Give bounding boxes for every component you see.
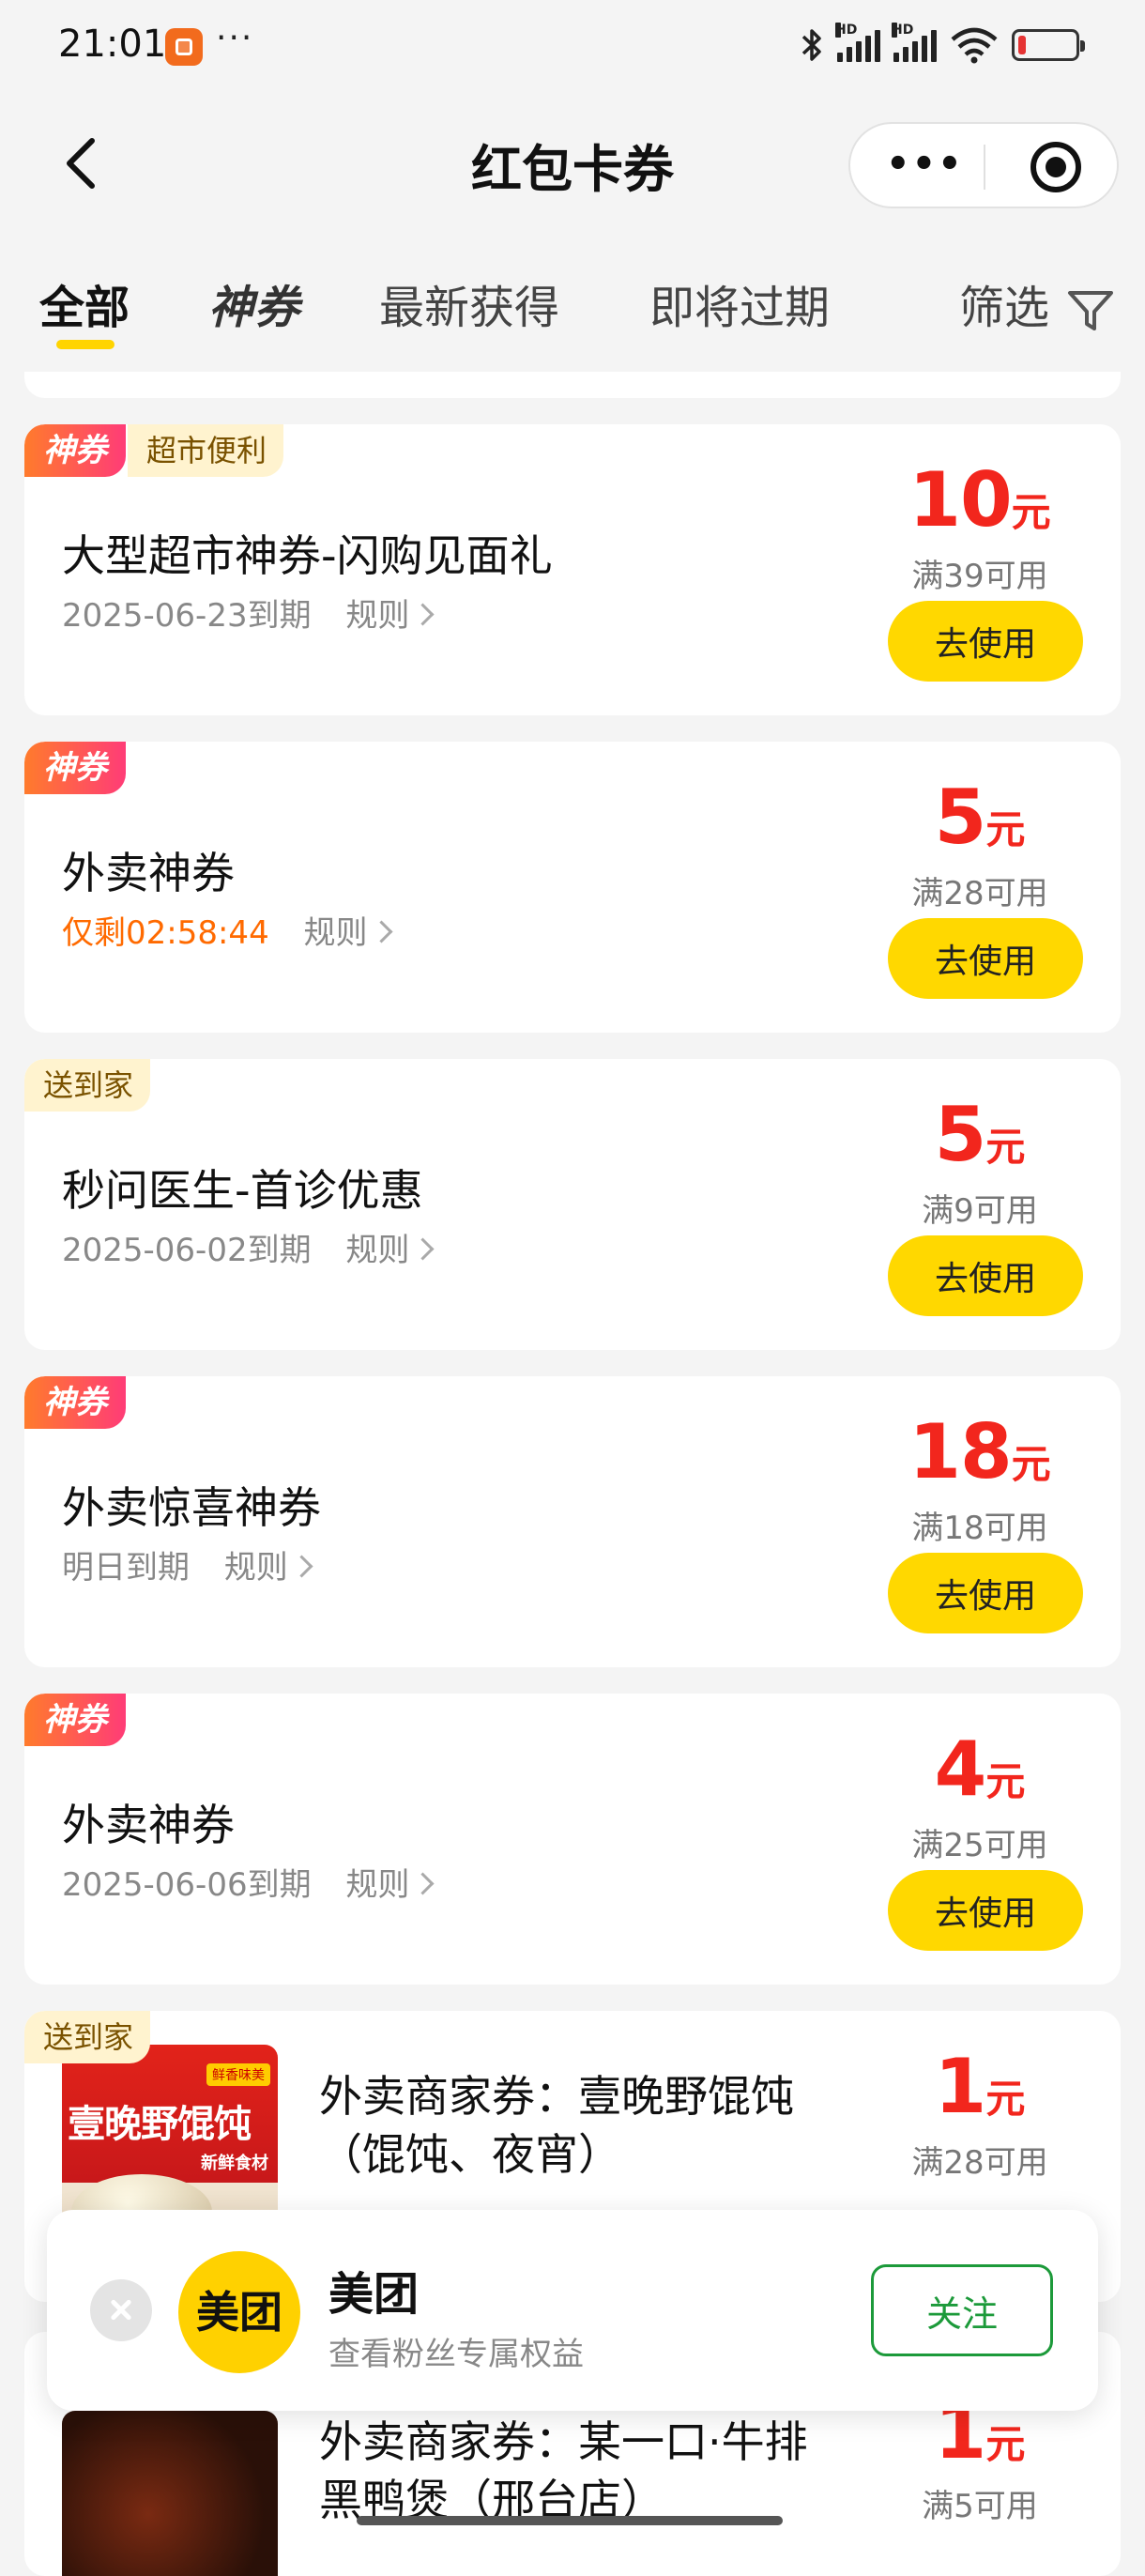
signal-hd-icon: HD — [892, 23, 937, 62]
chevron-right-icon — [411, 603, 435, 626]
coupon-amount: 18元 — [908, 1408, 1051, 1495]
rule-link[interactable]: 规则 — [224, 1549, 313, 1587]
coupon-meta: 明日到期 规则 — [62, 1541, 313, 1587]
tab-all[interactable]: 全部 — [39, 270, 130, 336]
bluetooth-icon — [802, 29, 821, 61]
previous-card-edge — [24, 372, 1121, 398]
active-tab-indicator — [56, 340, 114, 349]
tab-filter[interactable]: 筛选 — [959, 270, 1116, 336]
signal-hd-icon: HD — [835, 23, 880, 62]
coupon-expiry: 2025-06-23到期 — [62, 597, 312, 635]
coupon-condition: 满25可用 — [911, 1827, 1048, 1864]
coupon-title: 外卖商家券：壹晚野馄饨（馄饨、夜宵） — [319, 2071, 794, 2180]
shenquan-badge: 神券 — [24, 1694, 126, 1746]
coupon-condition: 满28可用 — [911, 2144, 1048, 2182]
coupon-amount: 1元 — [934, 2043, 1026, 2130]
shenquan-badge: 神券 — [24, 742, 126, 794]
close-icon[interactable] — [90, 2279, 152, 2341]
coupon-amount: 5元 — [934, 774, 1026, 861]
status-icons: HD HD — [800, 23, 1085, 64]
coupon-card: 神券 超市便利 大型超市神券-闪购见面礼 2025-06-23到期 规则 10元… — [24, 424, 1121, 715]
use-coupon-button[interactable]: 去使用 — [888, 918, 1083, 999]
mini-program-capsule: ••• — [848, 122, 1119, 208]
coupon-meta: 2025-06-06到期 规则 — [62, 1859, 435, 1905]
merchant-thumbnail — [62, 2411, 278, 2576]
coupon-card: 神券 外卖神券 2025-06-06到期 规则 4元 满25可用 去使用 — [24, 1694, 1121, 1985]
coupon-condition: 满5可用 — [922, 2488, 1038, 2525]
chevron-right-icon — [290, 1555, 313, 1578]
thumbnail-tag: 鲜香味美 — [206, 2063, 270, 2086]
coupon-card: 送到家 秒问医生-首诊优惠 2025-06-02到期 规则 5元 满9可用 去使… — [24, 1059, 1121, 1350]
chevron-right-icon — [369, 920, 393, 943]
tab-bar: 全部 神券 最新获得 即将过期 筛选 — [0, 270, 1145, 355]
account-description: 查看粉丝专属权益 — [328, 2336, 584, 2373]
filter-funnel-icon — [1068, 291, 1114, 330]
rule-link[interactable]: 规则 — [345, 1232, 435, 1269]
coupon-title: 外卖神券 — [62, 848, 235, 898]
coupon-meta: 仅剩02:58:44 规则 — [62, 907, 393, 953]
coupon-title: 外卖神券 — [62, 1800, 235, 1850]
tab-filter-label: 筛选 — [959, 282, 1050, 334]
category-badge: 超市便利 — [128, 424, 284, 477]
use-coupon-button[interactable]: 去使用 — [888, 601, 1083, 682]
account-name: 美团 — [328, 2268, 420, 2321]
chevron-right-icon — [411, 1237, 435, 1261]
use-coupon-button[interactable]: 去使用 — [888, 1235, 1083, 1316]
coupon-title: 外卖商家券：某一口·牛排黑鸭煲（邢台店） — [319, 2416, 808, 2525]
coupon-condition: 满39可用 — [911, 558, 1048, 595]
follow-account-bar: 美团 美团 查看粉丝专属权益 关注 — [47, 2210, 1098, 2411]
more-dots-icon[interactable]: ••• — [886, 143, 964, 186]
coupon-amount: 10元 — [908, 456, 1051, 544]
coupon-card: 神券 外卖神券 仅剩02:58:44 规则 5元 满28可用 去使用 — [24, 742, 1121, 1033]
tab-expiring[interactable]: 即将过期 — [649, 270, 830, 336]
coupon-expiry: 2025-06-06到期 — [62, 1866, 312, 1904]
rule-link[interactable]: 规则 — [304, 914, 393, 952]
coupon-meta: 2025-06-02到期 规则 — [62, 1224, 435, 1270]
app-notification-icon — [165, 28, 203, 66]
rule-link[interactable]: 规则 — [345, 597, 435, 635]
coupon-title: 大型超市神券-闪购见面礼 — [62, 530, 553, 581]
status-time: 21:01 — [58, 23, 167, 66]
coupon-condition: 满28可用 — [911, 875, 1048, 912]
wifi-icon — [951, 27, 998, 64]
coupon-meta: 2025-06-23到期 规则 — [62, 590, 435, 636]
category-badge: 送到家 — [24, 2011, 151, 2063]
coupon-expiry: 明日到期 — [62, 1549, 190, 1587]
follow-button[interactable]: 关注 — [871, 2264, 1053, 2356]
tab-newest[interactable]: 最新获得 — [379, 270, 559, 336]
tab-shenquan[interactable]: 神券 — [208, 270, 300, 336]
thumbnail-subtext: 新鲜食材 — [201, 2154, 268, 2173]
shenquan-badge: 神券 — [24, 424, 126, 477]
thumbnail-text: 壹晚野馄饨 — [68, 2103, 252, 2146]
use-coupon-button[interactable]: 去使用 — [888, 1553, 1083, 1633]
capsule-divider — [984, 145, 985, 190]
coupon-condition: 满18可用 — [911, 1510, 1048, 1547]
category-badge: 送到家 — [24, 1059, 151, 1112]
coupon-title: 秒问医生-首诊优惠 — [62, 1165, 423, 1216]
target-icon[interactable] — [1030, 142, 1081, 192]
home-indicator[interactable] — [357, 2516, 783, 2525]
use-coupon-button[interactable]: 去使用 — [888, 1870, 1083, 1951]
more-notifications-icon: ··· — [216, 19, 254, 57]
coupon-title: 外卖惊喜神券 — [62, 1482, 321, 1533]
status-bar: 21:01 ··· HD HD — [0, 0, 1145, 94]
chevron-right-icon — [411, 1872, 435, 1895]
coupon-condition: 满9可用 — [922, 1192, 1038, 1230]
coupon-amount: 4元 — [934, 1725, 1026, 1813]
battery-low-icon — [1012, 29, 1085, 61]
meituan-logo: 美团 — [178, 2251, 300, 2373]
coupon-card: 神券 外卖惊喜神券 明日到期 规则 18元 满18可用 去使用 — [24, 1376, 1121, 1667]
shenquan-badge: 神券 — [24, 1376, 126, 1429]
rule-link[interactable]: 规则 — [345, 1866, 435, 1904]
coupon-amount: 5元 — [934, 1091, 1026, 1178]
coupon-countdown: 仅剩02:58:44 — [62, 914, 269, 952]
nav-bar: 红包卡券 ••• — [0, 113, 1145, 216]
coupon-expiry: 2025-06-02到期 — [62, 1232, 312, 1269]
